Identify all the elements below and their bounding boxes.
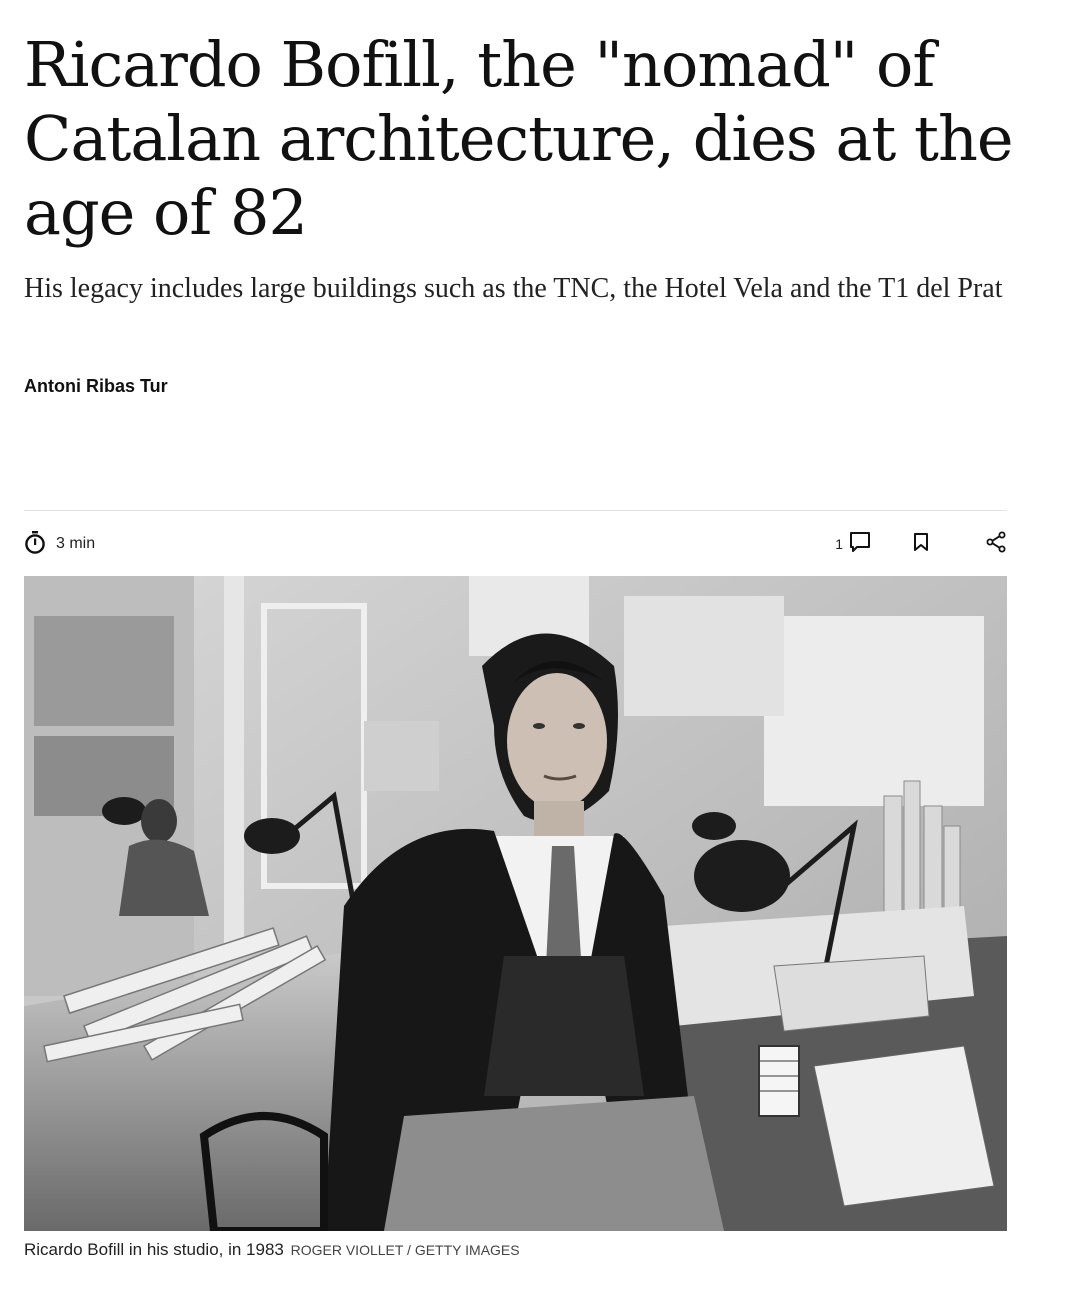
- article-toolbar: 3 min 1: [24, 530, 1007, 558]
- author-byline[interactable]: Antoni Ribas Tur: [24, 376, 168, 397]
- stopwatch-icon: [24, 530, 46, 559]
- read-time-label: 3 min: [56, 535, 96, 552]
- comment-icon: [849, 531, 871, 558]
- article-photo[interactable]: [24, 576, 1007, 1231]
- photo-caption: Ricardo Bofill in his studio, in 1983 RO…: [24, 1240, 520, 1260]
- article-actions: 1: [835, 530, 1007, 558]
- divider: [24, 510, 1007, 511]
- caption-text: Ricardo Bofill in his studio, in 1983: [24, 1240, 284, 1259]
- comment-count: 1: [835, 536, 843, 552]
- comments-button[interactable]: 1: [835, 531, 871, 558]
- photo-illustration: [24, 576, 1007, 1231]
- article-headline: Ricardo Bofill, the "nomad" of Catalan a…: [24, 28, 1014, 249]
- photo-credit: ROGER VIOLLET / GETTY IMAGES: [290, 1242, 520, 1258]
- read-time: 3 min: [24, 530, 95, 558]
- bookmark-icon: [913, 532, 929, 557]
- bookmark-button[interactable]: [913, 532, 929, 557]
- article-subtitle: His legacy includes large buildings such…: [24, 273, 1003, 304]
- share-icon: [985, 531, 1007, 558]
- share-button[interactable]: [985, 531, 1007, 558]
